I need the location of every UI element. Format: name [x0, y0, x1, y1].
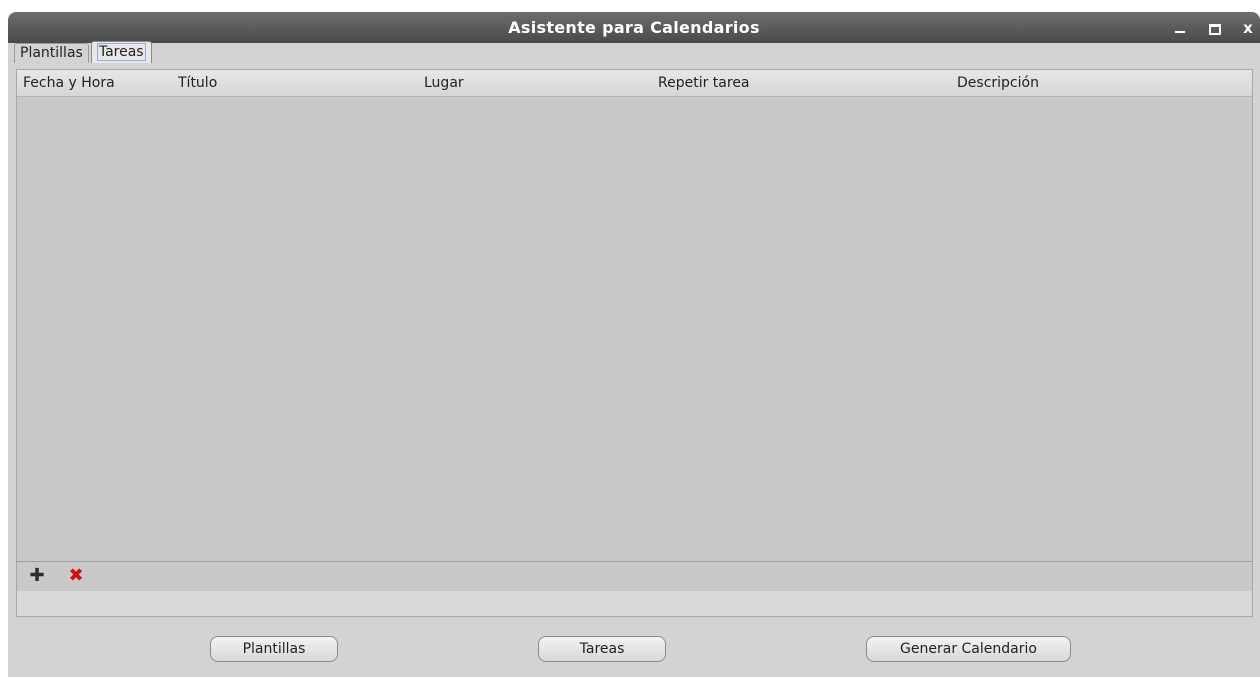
column-header-fecha-hora[interactable]: Fecha y Hora	[23, 70, 115, 96]
window-title: Asistente para Calendarios	[508, 18, 760, 37]
column-header-repetir-tarea[interactable]: Repetir tarea	[658, 70, 750, 96]
title-bar[interactable]: Asistente para Calendarios x	[8, 12, 1260, 43]
window-controls: x	[1172, 12, 1256, 43]
column-header-descripcion[interactable]: Descripción	[957, 70, 1039, 96]
tasks-table[interactable]: Fecha y Hora Título Lugar Repetir tarea …	[17, 70, 1252, 562]
delete-icon[interactable]: ✖	[68, 567, 84, 585]
tareas-button[interactable]: Tareas	[538, 636, 666, 662]
plus-icon[interactable]: ✚	[29, 567, 45, 585]
tasks-panel: Fecha y Hora Título Lugar Repetir tarea …	[16, 69, 1253, 617]
maximize-icon[interactable]	[1206, 20, 1222, 36]
table-toolbar: ✚ ✖	[17, 562, 1252, 591]
column-header-lugar[interactable]: Lugar	[424, 70, 464, 96]
column-header-titulo[interactable]: Título	[178, 70, 217, 96]
tab-plantillas[interactable]: Plantillas	[14, 43, 89, 63]
close-icon[interactable]: x	[1240, 20, 1256, 36]
tab-tareas-label: Tareas	[96, 43, 146, 61]
minimize-icon[interactable]	[1172, 20, 1188, 36]
generar-calendario-button[interactable]: Generar Calendario	[866, 636, 1071, 662]
status-strip	[17, 591, 1252, 616]
table-header: Fecha y Hora Título Lugar Repetir tarea …	[17, 70, 1252, 97]
tab-bar: Plantillas Tareas	[14, 41, 154, 63]
tab-tareas[interactable]: Tareas	[90, 41, 152, 63]
plantillas-button[interactable]: Plantillas	[210, 636, 338, 662]
